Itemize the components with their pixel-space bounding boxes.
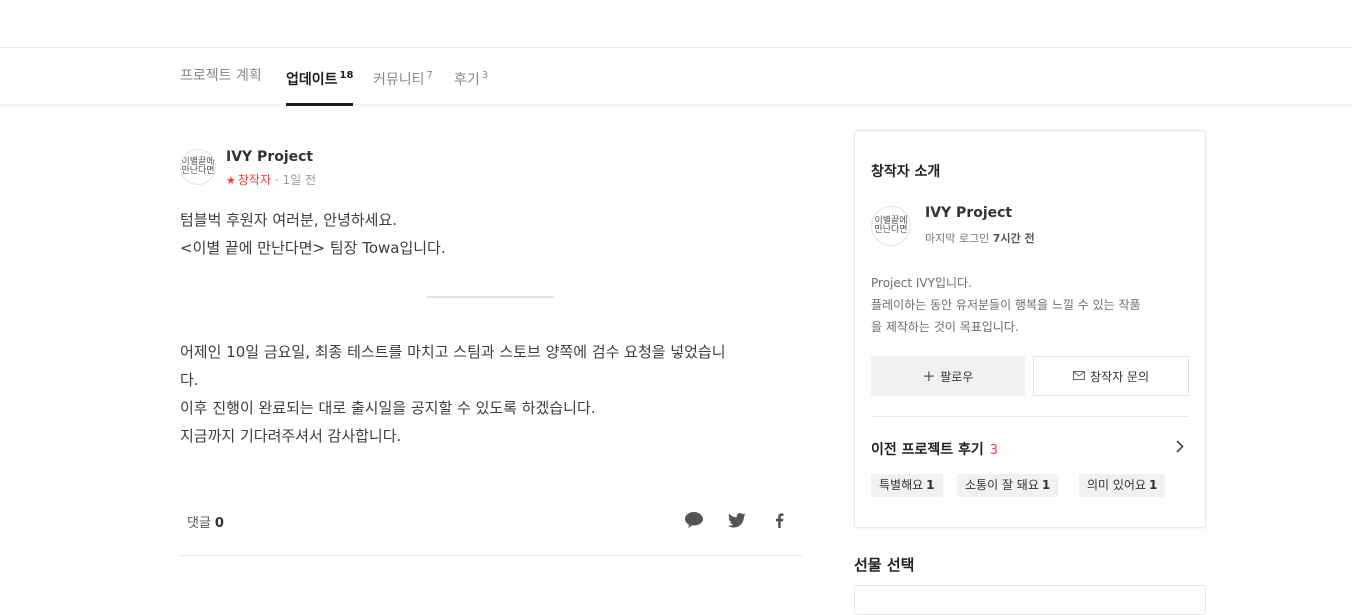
author-name[interactable]: IVY Project xyxy=(226,149,313,165)
last-login: 마지막 로그인 7시간 전 xyxy=(925,232,1035,245)
post-line: 다. xyxy=(180,371,199,389)
star-icon: ★ xyxy=(226,174,236,187)
post-time: · 1일 전 xyxy=(274,173,316,187)
post-divider xyxy=(180,555,802,556)
author-meta: ★ 창작자 · 1일 전 xyxy=(226,171,316,188)
tab-updates-count: 18 xyxy=(339,70,354,81)
creator-avatar[interactable]: 이별끝에 만난다면 xyxy=(871,206,911,246)
author-avatar[interactable]: 이별끝에 만난다면 xyxy=(180,149,216,185)
comments-count: 0 xyxy=(214,516,224,531)
comments-toggle[interactable]: 댓글 0 xyxy=(187,512,224,531)
creator-intro-text: Project IVY입니다. 플레이하는 동안 유저분들이 행복을 느낄 수 … xyxy=(871,276,1141,334)
tab-community[interactable]: 커뮤니티 7 xyxy=(373,48,433,105)
tab-reviews[interactable]: 후기 3 xyxy=(454,48,488,105)
creator-badge: 창작자 xyxy=(237,173,271,187)
top-header xyxy=(0,0,1352,48)
reviews-count: 3 xyxy=(989,443,999,458)
creator-name[interactable]: IVY Project xyxy=(925,205,1012,221)
tab-updates[interactable]: 업데이트 18 xyxy=(286,48,354,106)
kakaotalk-share-icon[interactable] xyxy=(683,509,705,531)
contact-creator-button[interactable]: 창작자 문의 xyxy=(1033,356,1189,396)
project-tabs: 프로젝트 계획 업데이트 18 커뮤니티 7 후기 3 xyxy=(0,48,1352,106)
post-line: 지금까지 기다려주셔서 감사합니다. xyxy=(180,427,402,445)
review-tag: 의미 있어요 1 xyxy=(1079,474,1166,497)
mail-icon xyxy=(1072,369,1085,383)
post-line: 어제인 10일 금요일, 최종 테스트를 마치고 스팀과 스토브 양쪽에 검수 … xyxy=(180,343,726,361)
follow-button[interactable]: + 팔로우 xyxy=(871,356,1025,396)
gift-option-box[interactable] xyxy=(854,585,1206,615)
creator-intro-card: 창작자 소개 이별끝에 만난다면 IVY Project 마지막 로그인 7시간… xyxy=(854,130,1206,528)
review-tag: 특별해요 1 xyxy=(871,474,943,497)
tab-reviews-count: 3 xyxy=(481,70,489,81)
review-tag: 소통이 잘 돼요 1 xyxy=(957,474,1059,497)
gift-select-title: 선물 선택 xyxy=(854,556,915,574)
facebook-share-icon[interactable] xyxy=(768,509,790,531)
plus-icon: + xyxy=(922,367,936,385)
content-divider xyxy=(427,296,554,298)
tab-community-count: 7 xyxy=(426,70,433,81)
comments-label: 댓글 xyxy=(187,516,211,531)
chevron-right-icon[interactable] xyxy=(1173,437,1187,455)
post-line: 텀블벅 후원자 여러분, 안녕하세요. xyxy=(180,211,398,229)
card-divider xyxy=(871,416,1189,417)
twitter-share-icon[interactable] xyxy=(726,509,748,531)
post-line: <이별 끝에 만난다면> 팀장 Towa입니다. xyxy=(180,239,446,257)
creator-intro-title: 창작자 소개 xyxy=(871,164,941,180)
previous-reviews-link[interactable]: 이전 프로젝트 후기 3 xyxy=(871,439,998,459)
post-line: 이후 진행이 완료되는 대로 출시일을 공지할 수 있도록 하겠습니다. xyxy=(180,399,596,417)
tab-project-plan[interactable]: 프로젝트 계획 xyxy=(180,48,262,105)
